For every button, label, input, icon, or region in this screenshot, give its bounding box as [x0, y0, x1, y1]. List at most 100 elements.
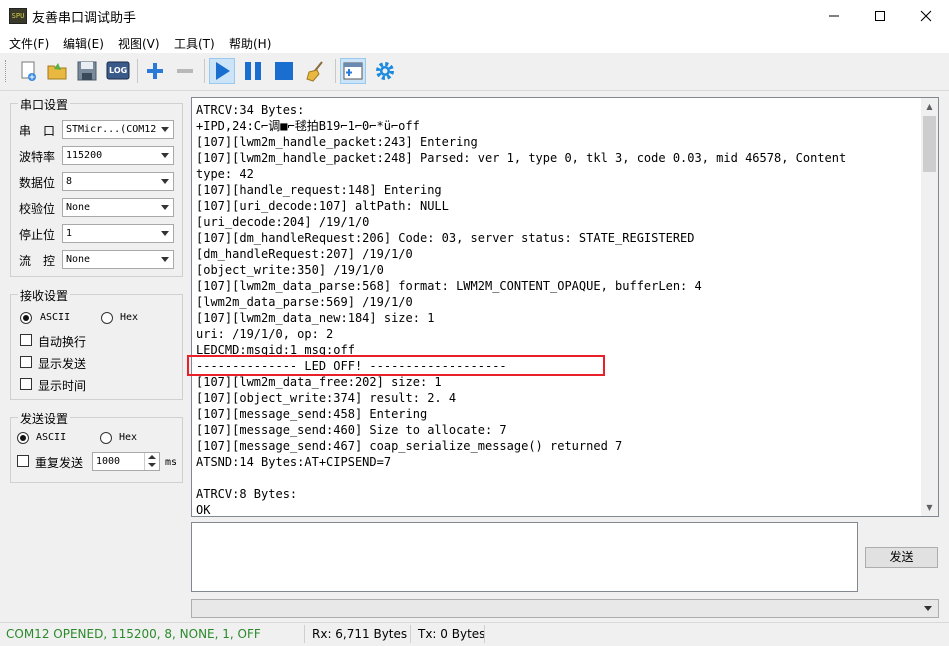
broom-icon [306, 61, 323, 82]
terminal-line: [107][message_send:467] coap_serialize_m… [196, 439, 623, 453]
rx-count: Rx: 6,711 Bytes [312, 627, 408, 641]
stop-button[interactable] [271, 58, 297, 84]
remove-button[interactable] [172, 58, 198, 84]
minimize-button[interactable] [811, 0, 857, 31]
scroll-down-icon[interactable]: ▼ [921, 499, 938, 516]
repeat-interval-spinner[interactable] [144, 453, 159, 470]
parity-select[interactable]: None [62, 198, 174, 217]
menu-tools[interactable]: 工具(T) [174, 35, 215, 52]
menu-file[interactable]: 文件(F) [9, 35, 49, 52]
send-history-select[interactable] [191, 599, 939, 618]
show-time-checkbox[interactable] [20, 378, 32, 390]
flowcontrol-label: 流 控 [19, 254, 56, 268]
receive-terminal[interactable]: ATRCV:34 Bytes: +IPD,24:C⌐调■⌐毬拍B19⌐1⌐0⌐*ü… [191, 97, 939, 517]
new-button[interactable] [15, 58, 41, 84]
chevron-down-icon [161, 205, 169, 210]
terminal-line: [107][object_write:374] result: 2. 4 [196, 391, 457, 405]
stopbits-select[interactable]: 1 [62, 224, 174, 243]
status-divider [304, 625, 305, 643]
baud-select[interactable]: 115200 [62, 146, 174, 165]
terminal-line: ATRCV:8 Bytes: [196, 487, 298, 501]
menu-help[interactable]: 帮助(H) [229, 35, 271, 52]
start-button[interactable] [209, 58, 235, 84]
receive-ascii-radio[interactable] [20, 312, 32, 324]
play-icon [216, 62, 230, 80]
show-send-checkbox[interactable] [20, 356, 32, 368]
scroll-up-icon[interactable]: ▲ [921, 98, 938, 115]
repeat-interval-value: 1000 [96, 456, 121, 467]
clear-button[interactable] [303, 58, 329, 84]
led-off-highlight [187, 355, 605, 376]
receive-settings-title: 接收设置 [18, 287, 71, 304]
terminal-scrollbar[interactable]: ▲ ▼ [921, 98, 938, 516]
databits-value: 8 [66, 176, 73, 187]
status-divider [410, 625, 411, 643]
terminal-line: [107][message_send:458] Entering [196, 407, 428, 421]
send-hex-label: Hex [119, 432, 138, 443]
remove-icon [177, 69, 193, 73]
terminal-line: [object_write:350] /19/1/0 [196, 263, 384, 277]
menu-bar: 文件(F) 编辑(E) 视图(V) 工具(T) 帮助(H) [0, 31, 949, 53]
auto-wrap-label: 自动换行 [38, 335, 87, 349]
chevron-down-icon [161, 153, 169, 158]
terminal-line: +IPD,24:C⌐调■⌐毬拍B19⌐1⌐0⌐*ü⌐off [196, 119, 420, 133]
save-icon [77, 61, 97, 81]
maximize-button[interactable] [857, 0, 903, 31]
stop-icon [275, 62, 293, 80]
send-hex-radio[interactable] [100, 432, 112, 444]
terminal-line: OK [196, 503, 211, 517]
menu-view[interactable]: 视图(V) [118, 35, 160, 52]
terminal-line: [107][lwm2m_data_new:184] size: 1 [196, 311, 435, 325]
terminal-line: [107][handle_request:148] Entering [196, 183, 442, 197]
menu-edit[interactable]: 编辑(E) [63, 35, 104, 52]
open-button[interactable] [44, 58, 70, 84]
add-button[interactable] [142, 58, 168, 84]
log-button[interactable]: LOG [105, 58, 131, 84]
tx-count: Tx: 0 Bytes [418, 627, 486, 641]
port-value: STMicr...(COM12 [66, 124, 157, 135]
maximize-icon [875, 10, 885, 21]
send-ascii-radio[interactable] [17, 432, 29, 444]
chevron-down-icon [161, 179, 169, 184]
repeat-interval-input[interactable]: 1000 [92, 452, 160, 471]
new-file-icon [21, 61, 36, 81]
pause-button[interactable] [240, 58, 266, 84]
repeat-unit-label: ms [165, 457, 178, 468]
chevron-down-icon [148, 463, 156, 467]
port-label: 串 口 [19, 124, 56, 138]
add-panel-button[interactable] [340, 58, 366, 84]
flowcontrol-select[interactable]: None [62, 250, 174, 269]
serial-settings-title: 串口设置 [18, 96, 71, 113]
terminal-line: [lwm2m_data_parse:569] /19/1/0 [196, 295, 413, 309]
window-title: 友善串口调试助手 [32, 11, 137, 26]
terminal-line: ATSND:14 Bytes:AT+CIPSEND=7 [196, 455, 392, 469]
close-button[interactable] [903, 0, 949, 31]
stopbits-value: 1 [66, 228, 73, 239]
terminal-line: [107][uri_decode:107] altPath: NULL [196, 199, 449, 213]
receive-hex-radio[interactable] [101, 312, 113, 324]
port-status: COM12 OPENED, 115200, 8, NONE, 1, OFF [6, 627, 261, 641]
terminal-line: [107][message_send:460] Size to allocate… [196, 423, 507, 437]
settings-button[interactable] [372, 58, 398, 84]
port-select[interactable]: STMicr...(COM12 [62, 120, 174, 139]
send-settings-title: 发送设置 [18, 410, 71, 427]
toolbar-separator [335, 59, 336, 83]
status-bar: COM12 OPENED, 115200, 8, NONE, 1, OFF Rx… [0, 622, 949, 646]
auto-wrap-checkbox[interactable] [20, 334, 32, 346]
send-input[interactable] [191, 522, 858, 592]
log-label: LOG [109, 66, 128, 75]
scroll-thumb[interactable] [923, 116, 936, 172]
databits-select[interactable]: 8 [62, 172, 174, 191]
send-button[interactable]: 发送 [865, 547, 938, 568]
save-button[interactable] [74, 58, 100, 84]
receive-ascii-label: ASCII [40, 312, 71, 323]
terminal-line: [dm_handleRequest:207] /19/1/0 [196, 247, 413, 261]
toolbar-grip[interactable] [5, 60, 9, 82]
repeat-send-checkbox[interactable] [17, 455, 29, 467]
chevron-down-icon [161, 257, 169, 262]
terminal-line: [107][lwm2m_handle_packet:248] Parsed: v… [196, 151, 847, 165]
send-ascii-label: ASCII [36, 432, 67, 443]
title-bar: SPU 友善串口调试助手 [0, 0, 949, 32]
terminal-lines: ATRCV:34 Bytes: +IPD,24:C⌐调■⌐毬拍B19⌐1⌐0⌐*ü… [196, 102, 920, 517]
